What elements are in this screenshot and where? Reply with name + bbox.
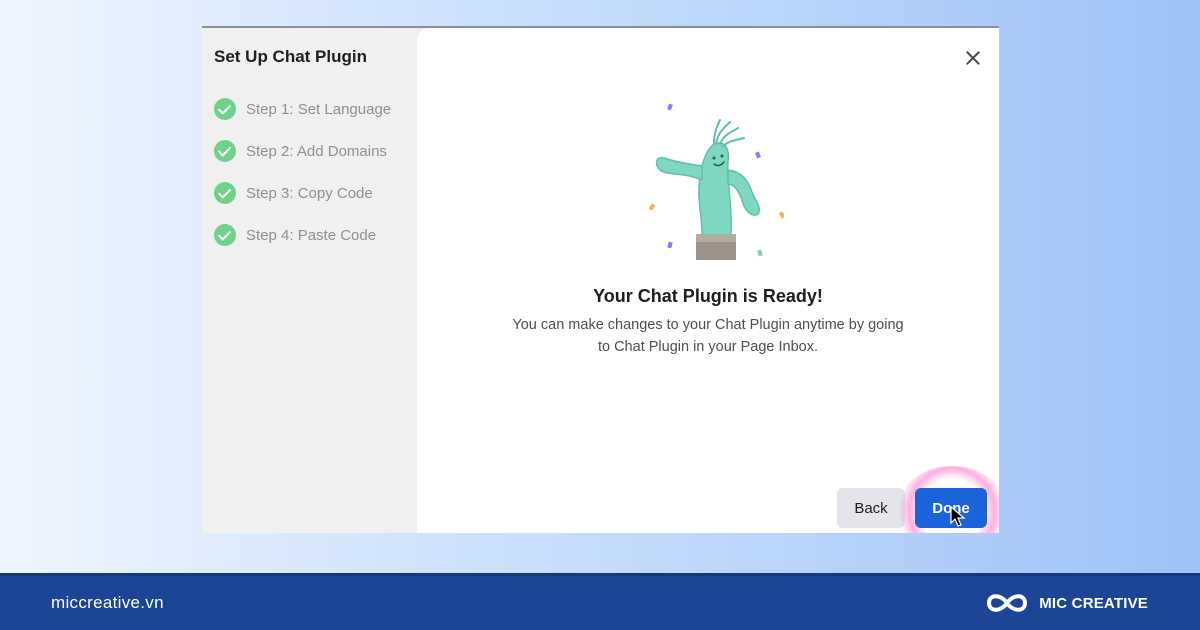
check-circle-icon	[214, 98, 236, 120]
inflatable-tube-man-icon	[648, 103, 784, 260]
success-description: You can make changes to your Chat Plugin…	[512, 317, 904, 355]
step-list: Step 1: Set Language Step 2: Add Domains…	[214, 88, 417, 256]
footer-bar: miccreative.vn MIC CREATIVE	[0, 573, 1200, 630]
back-button[interactable]: Back	[837, 488, 905, 528]
step-item-4[interactable]: Step 4: Paste Code	[214, 214, 417, 256]
close-icon[interactable]	[961, 46, 985, 70]
step-item-1[interactable]: Step 1: Set Language	[214, 88, 417, 130]
check-circle-icon	[214, 182, 236, 204]
infinity-logo-icon	[987, 594, 1028, 612]
check-circle-icon	[214, 140, 236, 162]
success-heading: Your Chat Plugin is Ready!	[593, 286, 823, 306]
step-item-2[interactable]: Step 2: Add Domains	[214, 130, 417, 172]
website-link[interactable]: miccreative.vn	[51, 593, 164, 613]
brand: MIC CREATIVE	[983, 588, 1148, 618]
sidebar-title: Set Up Chat Plugin	[214, 47, 367, 66]
step-label: Step 3: Copy Code	[246, 184, 373, 202]
mouse-pointer-icon	[950, 506, 966, 527]
chat-plugin-setup-window: Set Up Chat Plugin Step 1: Set Language …	[202, 26, 999, 533]
brand-name: MIC CREATIVE	[1039, 594, 1148, 612]
setup-sidebar: Set Up Chat Plugin Step 1: Set Language …	[202, 28, 417, 533]
step-item-3[interactable]: Step 3: Copy Code	[214, 172, 417, 214]
setup-complete-panel: Your Chat Plugin is Ready! You can make …	[417, 28, 999, 533]
check-circle-icon	[214, 224, 236, 246]
step-label: Step 4: Paste Code	[246, 226, 377, 244]
step-label: Step 2: Add Domains	[246, 142, 387, 160]
step-label: Step 1: Set Language	[246, 100, 392, 118]
